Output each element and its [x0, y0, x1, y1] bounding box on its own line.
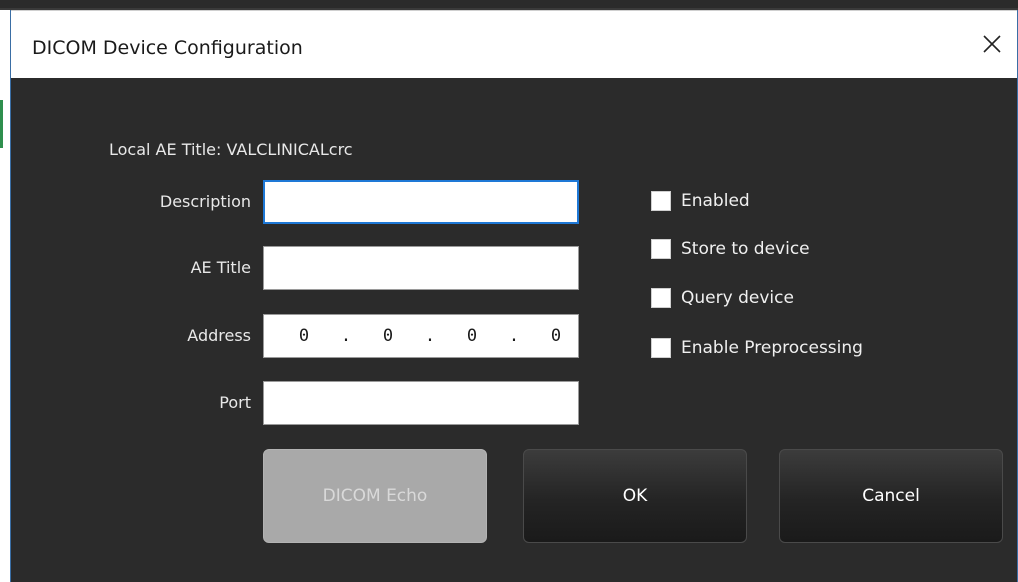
ip-separator: . [424, 326, 436, 346]
ip-separator: . [340, 326, 352, 346]
background-accent [0, 100, 3, 148]
store-to-device-label: Store to device [681, 239, 810, 259]
dialog-title: DICOM Device Configuration [32, 37, 303, 59]
dicom-echo-button[interactable]: DICOM Echo [263, 449, 487, 543]
port-input[interactable] [263, 381, 579, 425]
ip-octet-1[interactable]: 0 [282, 326, 326, 346]
close-button[interactable] [977, 29, 1007, 59]
description-label: Description [159, 192, 251, 211]
port-label: Port [219, 393, 251, 412]
description-input[interactable] [263, 180, 579, 224]
ip-separator: . [508, 326, 520, 346]
local-ae-title: Local AE Title: VALCLINICALcrc [109, 140, 353, 159]
enable-preprocessing-checkbox[interactable] [651, 338, 671, 358]
address-label: Address [187, 326, 251, 345]
enable-preprocessing-checkbox-row[interactable]: Enable Preprocessing [651, 334, 863, 362]
query-device-checkbox[interactable] [651, 288, 671, 308]
query-device-label: Query device [681, 288, 794, 308]
ip-address-field[interactable]: 0 . 0 . 0 . 0 [263, 314, 579, 358]
background-window-edge [0, 0, 1018, 10]
ae-title-label: AE Title [190, 258, 251, 277]
title-bar: DICOM Device Configuration [11, 10, 1017, 78]
dicom-device-dialog: DICOM Device Configuration Local AE Titl… [10, 10, 1018, 582]
enabled-checkbox-row[interactable]: Enabled [651, 187, 750, 215]
ok-button[interactable]: OK [523, 449, 747, 543]
store-to-device-checkbox[interactable] [651, 239, 671, 259]
ae-title-input[interactable] [263, 246, 579, 290]
store-to-device-checkbox-row[interactable]: Store to device [651, 235, 810, 263]
ip-octet-2[interactable]: 0 [366, 326, 410, 346]
cancel-button[interactable]: Cancel [779, 449, 1003, 543]
enabled-checkbox[interactable] [651, 191, 671, 211]
enabled-label: Enabled [681, 191, 750, 211]
ip-octet-4[interactable]: 0 [534, 326, 578, 346]
query-device-checkbox-row[interactable]: Query device [651, 284, 794, 312]
close-icon [983, 35, 1001, 53]
ip-octet-3[interactable]: 0 [450, 326, 494, 346]
dialog-body: Local AE Title: VALCLINICALcrc Descripti… [11, 78, 1017, 582]
enable-preprocessing-label: Enable Preprocessing [681, 338, 863, 358]
